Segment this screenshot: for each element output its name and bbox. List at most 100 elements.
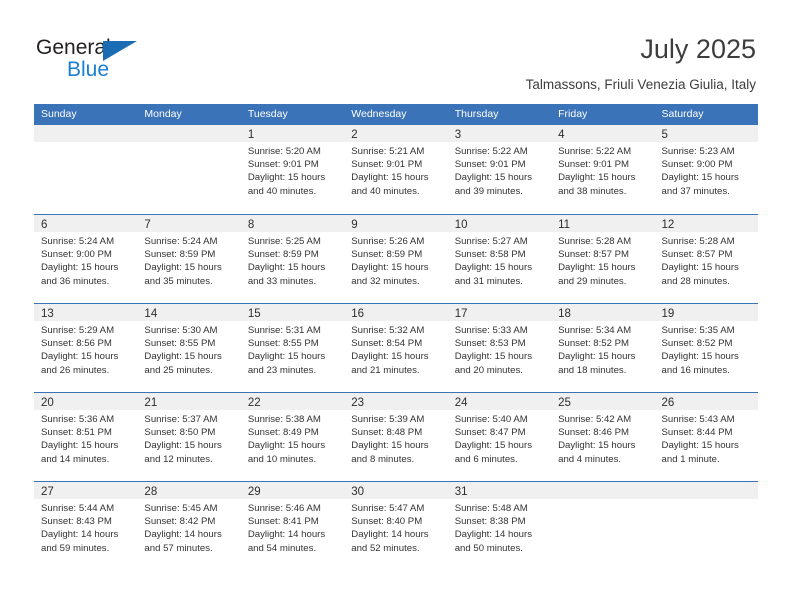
day-number: 20 (41, 397, 54, 409)
calendar-day-cell[interactable]: 7 Sunrise: 5:24 AM Sunset: 8:59 PM Daylight… (137, 215, 241, 303)
day-number: 21 (144, 397, 158, 409)
day-detail-line: Sunset: 8:57 PM (661, 249, 733, 261)
day-detail-line: Sunrise: 5:40 AM (454, 414, 528, 425)
weekday-header-friday: Friday (558, 108, 588, 120)
calendar-day-cell[interactable]: 24 Sunrise: 5:40 AM Sunset: 8:47 PM Dayligh… (447, 393, 552, 481)
page-header: General Blue July 2025 Talmassons, Friul… (0, 0, 792, 100)
calendar-week-row: 20 Sunrise: 5:36 AM Sunset: 8:51 PM Dayligh… (34, 392, 758, 481)
calendar-day-cell[interactable]: 19 Sunrise: 5:35 AM Sunset: 8:52 PM Dayligh… (654, 304, 758, 392)
calendar-day-cell[interactable]: 29 Sunrise: 5:46 AM Sunset: 8:41 PM Dayligh… (240, 482, 345, 570)
day-number: 1 (247, 129, 255, 141)
calendar-day-cell[interactable]: 25 Sunrise: 5:42 AM Sunset: 8:46 PM Dayligh… (551, 393, 655, 481)
day-number: 14 (144, 308, 158, 320)
calendar-day-cell[interactable]: 6 Sunrise: 5:24 AM Sunset: 9:00 PM Daylight… (34, 215, 138, 303)
day-detail-line: Daylight: 15 hours (558, 440, 636, 452)
calendar-day-cell-empty (34, 125, 138, 214)
day-detail-line: Sunset: 8:43 PM (41, 516, 112, 528)
calendar-day-cell[interactable]: 26 Sunrise: 5:43 AM Sunset: 8:44 PM Dayligh… (654, 393, 758, 481)
day-detail-line: Daylight: 15 hours (144, 440, 222, 452)
day-details: Sunrise: 5:20 AM Sunset: 9:01 PM Daylight:… (241, 142, 344, 198)
calendar-day-cell[interactable]: 31 Sunrise: 5:48 AM Sunset: 8:38 PM Dayligh… (447, 482, 552, 570)
calendar-day-cell[interactable]: 1 Sunrise: 5:20 AM Sunset: 9:01 PM Daylight… (240, 125, 345, 214)
calendar-day-cell[interactable]: 27 Sunrise: 5:44 AM Sunset: 8:43 PM Dayligh… (34, 482, 138, 570)
day-detail-line: Daylight: 15 hours (558, 172, 636, 184)
calendar-day-cell[interactable]: 8 Sunrise: 5:25 AM Sunset: 8:59 PM Daylight… (240, 215, 345, 303)
day-detail-line: Daylight: 15 hours (558, 351, 636, 363)
day-number-band: 30 (344, 482, 448, 499)
weekday-header-tuesday: Tuesday (247, 108, 288, 120)
day-detail-line: Sunrise: 5:24 AM (41, 236, 115, 247)
calendar-page: General Blue July 2025 Talmassons, Friul… (0, 0, 792, 612)
calendar-day-cell[interactable]: 23 Sunrise: 5:39 AM Sunset: 8:48 PM Dayligh… (344, 393, 448, 481)
day-number-band: 18 (551, 304, 655, 321)
day-detail-line: Daylight: 15 hours (661, 262, 739, 274)
calendar-day-cell[interactable]: 30 Sunrise: 5:47 AM Sunset: 8:40 PM Dayligh… (344, 482, 448, 570)
day-number-band: 4 (551, 125, 655, 142)
calendar-day-cell[interactable]: 17 Sunrise: 5:33 AM Sunset: 8:53 PM Dayligh… (447, 304, 552, 392)
page-subtitle-location: Talmassons, Friuli Venezia Giulia, Italy (525, 77, 756, 92)
day-detail-line: and 20 minutes. (454, 364, 523, 376)
day-detail-line: Sunrise: 5:24 AM (144, 236, 218, 247)
day-details: Sunrise: 5:26 AM Sunset: 8:59 PM Daylight:… (344, 232, 447, 288)
day-detail-line: Sunrise: 5:38 AM (247, 414, 321, 425)
day-detail-line: Sunrise: 5:34 AM (558, 325, 632, 336)
calendar-day-cell[interactable]: 15 Sunrise: 5:31 AM Sunset: 8:55 PM Dayligh… (240, 304, 345, 392)
day-detail-line: and 50 minutes. (454, 542, 523, 554)
day-detail-line: Daylight: 14 hours (144, 529, 222, 541)
day-details: Sunrise: 5:36 AM Sunset: 8:51 PM Daylight:… (34, 410, 137, 466)
calendar-day-cell[interactable]: 11 Sunrise: 5:28 AM Sunset: 8:57 PM Dayligh… (551, 215, 655, 303)
day-detail-line: Daylight: 15 hours (144, 351, 222, 363)
day-detail-line: and 39 minutes. (454, 185, 523, 197)
day-detail-line: and 59 minutes. (41, 542, 110, 554)
calendar-day-cell[interactable]: 5 Sunrise: 5:23 AM Sunset: 9:00 PM Daylight… (654, 125, 758, 214)
calendar-day-cell[interactable]: 3 Sunrise: 5:22 AM Sunset: 9:01 PM Daylight… (447, 125, 552, 214)
day-number: 25 (558, 397, 571, 409)
day-detail-line: Daylight: 15 hours (661, 172, 739, 184)
day-detail-line: Sunset: 8:40 PM (351, 516, 423, 528)
day-detail-line: Sunrise: 5:47 AM (351, 503, 425, 514)
day-detail-line: Sunset: 8:56 PM (41, 338, 112, 350)
calendar-day-cell[interactable]: 10 Sunrise: 5:27 AM Sunset: 8:58 PM Dayligh… (447, 215, 552, 303)
calendar-day-cell[interactable]: 4 Sunrise: 5:22 AM Sunset: 9:01 PM Daylight… (551, 125, 655, 214)
calendar-day-cell[interactable]: 22 Sunrise: 5:38 AM Sunset: 8:49 PM Dayligh… (240, 393, 345, 481)
calendar-day-cell[interactable]: 9 Sunrise: 5:26 AM Sunset: 8:59 PM Daylight… (344, 215, 448, 303)
day-detail-line: Daylight: 15 hours (41, 262, 119, 274)
day-detail-line: and 1 minute. (661, 453, 720, 465)
day-detail-line: Sunrise: 5:36 AM (41, 414, 115, 425)
calendar-day-cell[interactable]: 14 Sunrise: 5:30 AM Sunset: 8:55 PM Dayligh… (137, 304, 241, 392)
calendar-day-cell[interactable]: 12 Sunrise: 5:28 AM Sunset: 8:57 PM Dayligh… (654, 215, 758, 303)
calendar-day-cell[interactable]: 13 Sunrise: 5:29 AM Sunset: 8:56 PM Dayligh… (34, 304, 138, 392)
day-detail-line: Sunset: 8:57 PM (558, 249, 630, 261)
logo-text-general: General (36, 36, 111, 59)
day-detail-line: Sunset: 8:59 PM (247, 249, 319, 261)
day-number: 5 (661, 129, 668, 141)
calendar-day-cell[interactable]: 2 Sunrise: 5:21 AM Sunset: 9:01 PM Daylight… (344, 125, 448, 214)
day-detail-line: Daylight: 15 hours (558, 262, 636, 274)
day-number-band: 19 (654, 304, 758, 321)
calendar-day-cell[interactable]: 18 Sunrise: 5:34 AM Sunset: 8:52 PM Dayligh… (551, 304, 655, 392)
day-detail-line: and 35 minutes. (144, 275, 213, 287)
day-details: Sunrise: 5:48 AM Sunset: 8:38 PM Daylight:… (448, 499, 551, 555)
day-detail-line: Sunrise: 5:35 AM (661, 325, 735, 336)
day-details: Sunrise: 5:22 AM Sunset: 9:01 PM Daylight:… (551, 142, 654, 198)
logo-text-blue: Blue (67, 58, 110, 81)
calendar-day-cell[interactable]: 21 Sunrise: 5:37 AM Sunset: 8:50 PM Dayligh… (137, 393, 241, 481)
day-detail-line: Daylight: 15 hours (454, 262, 533, 274)
day-number: 31 (454, 486, 468, 498)
day-detail-line: and 25 minutes. (144, 364, 213, 376)
day-detail-line: Sunrise: 5:26 AM (351, 236, 425, 247)
calendar-day-cell[interactable]: 28 Sunrise: 5:45 AM Sunset: 8:42 PM Dayligh… (137, 482, 241, 570)
day-detail-line: Daylight: 15 hours (661, 351, 739, 363)
calendar-day-cell[interactable]: 16 Sunrise: 5:32 AM Sunset: 8:54 PM Dayligh… (344, 304, 448, 392)
day-details: Sunrise: 5:30 AM Sunset: 8:55 PM Daylight:… (137, 321, 240, 377)
day-details: Sunrise: 5:29 AM Sunset: 8:56 PM Daylight:… (34, 321, 137, 377)
day-number-band: 28 (137, 482, 241, 499)
day-number-band (654, 482, 758, 499)
day-detail-line: Sunrise: 5:27 AM (454, 236, 528, 247)
day-number: 8 (247, 219, 255, 231)
day-detail-line: Sunset: 8:55 PM (247, 338, 319, 350)
calendar-day-cell-empty (137, 125, 241, 214)
calendar-day-cell[interactable]: 20 Sunrise: 5:36 AM Sunset: 8:51 PM Dayligh… (34, 393, 138, 481)
day-detail-line: Sunset: 9:01 PM (454, 159, 526, 171)
day-detail-line: Sunrise: 5:42 AM (558, 414, 632, 425)
